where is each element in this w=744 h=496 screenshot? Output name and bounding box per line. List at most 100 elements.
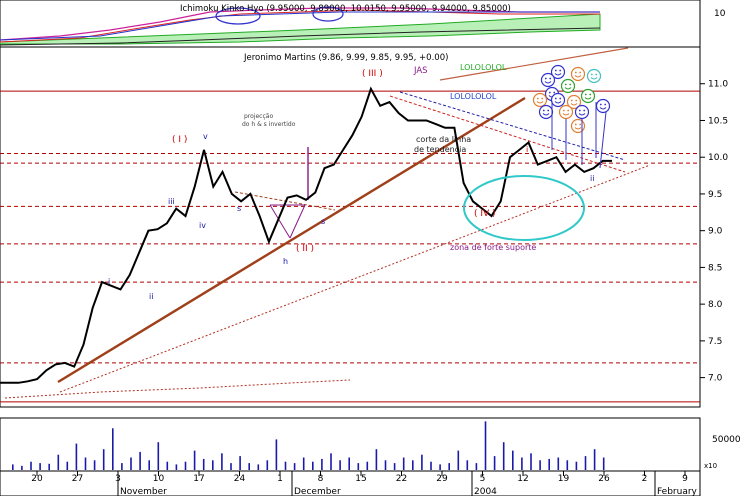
volume-bar: [312, 461, 314, 470]
volume-bar: [384, 460, 387, 470]
volume-bar: [602, 457, 605, 470]
volume-bar: [575, 461, 578, 470]
volume-bar: [112, 428, 114, 470]
long-term-curve: [4, 379, 351, 399]
x-tick-label: 15: [355, 474, 366, 484]
y-tick-label: 11.0: [708, 80, 728, 90]
volume-bar: [93, 460, 96, 470]
main-title: Jeronimo Martins (9.86, 9.99, 9.85, 9.95…: [243, 53, 448, 63]
x-tick-label: 17: [193, 474, 204, 484]
volume-bar: [148, 460, 150, 470]
volume-bar: [102, 449, 105, 470]
volume-bar: [166, 461, 169, 470]
smiley-icon: [540, 72, 556, 88]
x-axis-frame: [0, 470, 701, 496]
y-tick-label: 9.0: [708, 227, 723, 237]
volume-bar: [30, 461, 32, 470]
volume-bar: [157, 442, 160, 470]
x-tick-label: 19: [558, 474, 570, 484]
volume-bar: [393, 463, 396, 470]
y-tick-label: 10.0: [708, 153, 728, 163]
volume-multiplier: x10: [704, 462, 717, 470]
x-tick-label: 24: [234, 474, 246, 484]
wave-minor-i-right: i: [526, 145, 528, 154]
volume-bar: [12, 464, 14, 470]
volume-bar: [330, 453, 332, 470]
volume-bar: [493, 456, 496, 470]
volume-bar: [175, 464, 178, 470]
volume-bar: [257, 464, 260, 470]
volume-bar: [21, 465, 23, 470]
smiley-drop-line: [599, 111, 607, 169]
x-tick-label: 8: [318, 474, 324, 484]
volume-bar: [448, 463, 450, 470]
volume-bar: [412, 460, 414, 470]
x-tick-label: 5: [480, 474, 486, 484]
volume-bar: [230, 463, 232, 470]
volume-bar: [466, 460, 469, 470]
wave-i-roman: ( I ): [172, 135, 187, 145]
y-tick-label: 7.5: [708, 337, 722, 347]
jas-label: JAS: [413, 66, 428, 76]
volume-bar: [39, 463, 41, 470]
volume-bar: [48, 463, 50, 471]
volume-bar: [357, 463, 360, 470]
smiley-icon: [560, 78, 576, 94]
volume-bar: [530, 453, 532, 470]
minor-wave-iii: iii: [168, 197, 175, 206]
y-tick-label: 7.0: [708, 374, 723, 384]
volume-bar: [284, 461, 287, 470]
x-tick-label: 22: [396, 474, 407, 484]
minor-wave-i: i: [108, 277, 110, 286]
volume-bar: [212, 460, 214, 470]
support-zone-label: zona de forte suporte: [450, 243, 536, 252]
volume-bar: [521, 457, 523, 470]
volume-bar: [57, 454, 60, 470]
volume-bar: [321, 458, 323, 470]
smiley-icon: [574, 104, 590, 120]
ichimoku-title: Ichimoku Kinko Hyo (9.95000, 9.89000, 10…: [180, 4, 511, 14]
smiley-icon: [532, 92, 548, 108]
volume-bar: [130, 457, 132, 470]
volume-bar: [75, 443, 78, 470]
volume-bar: [193, 450, 196, 470]
volume-bar: [502, 442, 505, 470]
volume-bar: [557, 457, 560, 470]
month-label: December: [294, 487, 341, 496]
volume-bar: [339, 460, 341, 470]
volume-bar: [457, 450, 460, 470]
volume-bar: [402, 457, 405, 470]
smiley-icon: [595, 98, 611, 114]
volume-bar: [221, 453, 223, 470]
volume-bar: [430, 461, 432, 470]
smiley-icon: [586, 68, 602, 84]
x-tick-label: 1: [277, 474, 283, 484]
corte-label-2: de tendencia: [414, 145, 466, 154]
volume-bar: [584, 456, 587, 470]
hs-head: h: [283, 257, 288, 266]
volume-bar: [121, 463, 123, 470]
volume-bar: [375, 449, 378, 470]
x-tick-label: 2: [642, 474, 648, 484]
wave-minor-ii-right: ii: [590, 174, 594, 183]
ichimoku-axis-label: 10: [714, 9, 726, 19]
volume-bar: [566, 460, 569, 470]
month-label: 2004: [474, 487, 497, 496]
volume-bars: [12, 421, 605, 471]
y-axis: 7.0 7.5 8.0 8.5 9.0 9.5 10.0 10.5 11.0: [700, 80, 728, 384]
lol-label-2: LOLOLOLOL: [450, 92, 497, 101]
volume-bar: [293, 463, 296, 470]
x-axis: 2027310172418152229512192629NovemberDece…: [31, 471, 698, 496]
projection-label: projecção: [244, 113, 273, 120]
smiley-icon: [550, 92, 566, 108]
corte-label-1: corte da linha: [416, 135, 471, 144]
smiley-icon: [558, 104, 574, 120]
x-tick-label: 27: [72, 474, 83, 484]
volume-bar: [439, 464, 441, 470]
minor-wave-v: v: [203, 132, 208, 141]
price-line: [0, 86, 612, 384]
ichimoku-cloud-green: [0, 13, 601, 45]
volume-bar: [66, 461, 69, 470]
smiley-icon: [570, 66, 586, 82]
volume-bar: [184, 461, 187, 470]
